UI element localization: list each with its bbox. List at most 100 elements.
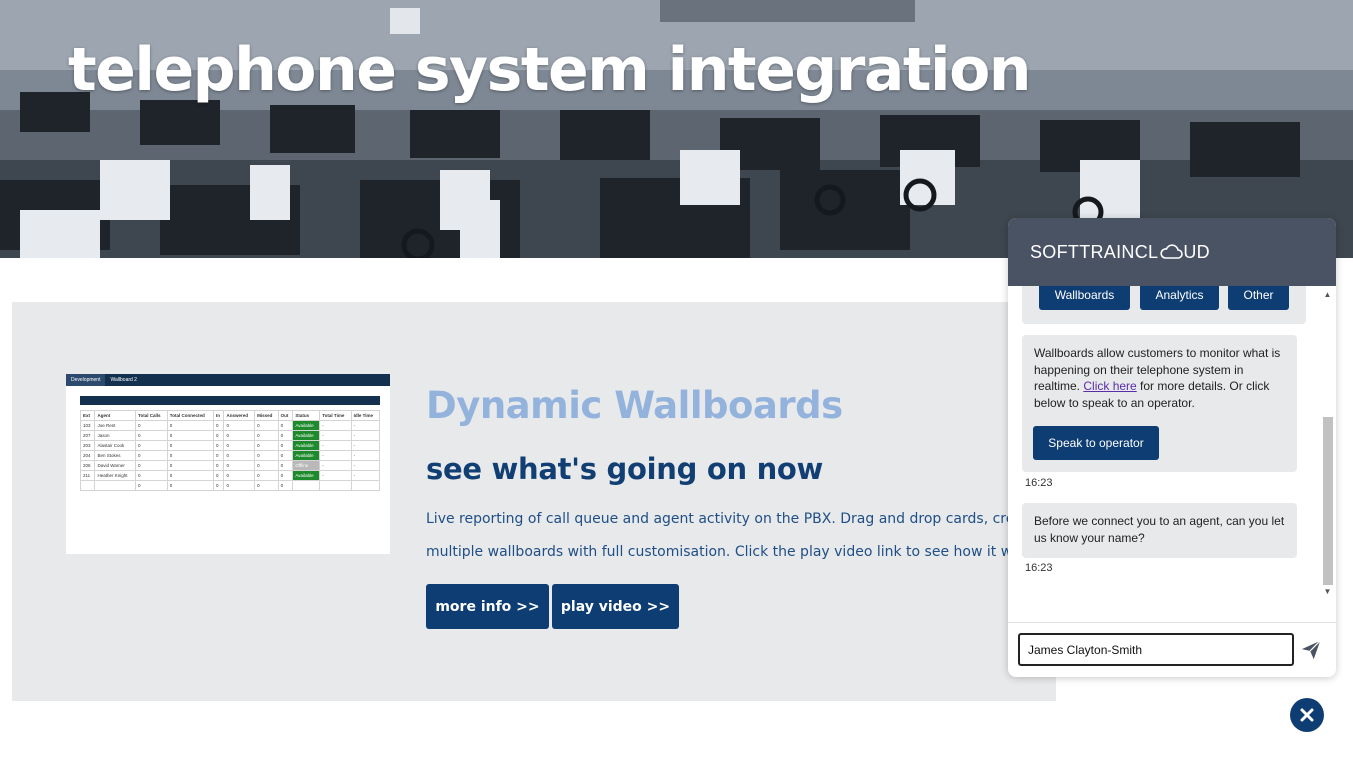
message-text: Before we connect you to an agent, can y… bbox=[1034, 514, 1285, 545]
bot-message: Wallboards allow customers to monitor wh… bbox=[1022, 335, 1297, 472]
close-chat-button[interactable] bbox=[1290, 698, 1324, 732]
screenshot-table: Ext Agent Total Calls Total Connected In… bbox=[79, 410, 381, 491]
play-video-button[interactable]: play video >> bbox=[552, 584, 679, 629]
screenshot-table-body: 103 Joe Rent 0 0 0 0 0 0 Available - -207 Jason 0 0 0 0… bbox=[79, 420, 381, 491]
table-cell: 0 bbox=[166, 460, 215, 471]
table-cell: - bbox=[319, 440, 352, 451]
table-header-cell: Missed bbox=[254, 410, 279, 421]
table-cell: 0 bbox=[166, 480, 215, 491]
table-header-cell: Answered bbox=[223, 410, 256, 421]
table-cell: Joe Rent bbox=[94, 420, 137, 431]
table-header-cell: Status bbox=[292, 410, 321, 421]
table-cell: - bbox=[319, 460, 352, 471]
bot-message: Before we connect you to an agent, can y… bbox=[1022, 503, 1297, 558]
brand-text: SOFTTRAINCL bbox=[1030, 241, 1159, 262]
table-cell: 0 bbox=[213, 440, 225, 451]
screenshot-tab: Wallboard 2 bbox=[110, 377, 137, 383]
table-cell: 0 bbox=[277, 450, 294, 461]
table-cell: 0 bbox=[254, 470, 279, 481]
table-header-cell: Out bbox=[277, 410, 294, 421]
table-cell: 0 bbox=[135, 460, 168, 471]
table-cell: 211 bbox=[79, 470, 96, 481]
table-cell: - bbox=[350, 420, 381, 431]
table-cell: 0 bbox=[254, 450, 279, 461]
table-cell: 0 bbox=[213, 420, 225, 431]
table-cell: 0 bbox=[166, 430, 215, 441]
chat-widget: SOFTTRAINCL UD Wallboards Analytics Othe… bbox=[1008, 218, 1336, 677]
table-cell: 0 bbox=[166, 420, 215, 431]
scroll-down-arrow-icon[interactable]: ▼ bbox=[1321, 587, 1334, 597]
table-cell: 0 bbox=[213, 460, 225, 471]
table-header-cell: Total Calls bbox=[135, 410, 168, 421]
table-cell: Available bbox=[292, 470, 321, 481]
table-cell: 0 bbox=[254, 440, 279, 451]
table-cell: 0 bbox=[254, 480, 279, 491]
table-cell bbox=[350, 480, 381, 491]
option-other-button[interactable]: Other bbox=[1228, 286, 1289, 310]
table-cell: 0 bbox=[135, 430, 168, 441]
table-cell: 0 bbox=[277, 460, 294, 471]
table-cell: 0 bbox=[213, 480, 225, 491]
table-cell: Available bbox=[292, 420, 321, 431]
chat-brand-logo: SOFTTRAINCL UD bbox=[1030, 242, 1210, 263]
table-cell: 0 bbox=[277, 420, 294, 431]
table-cell: 0 bbox=[166, 450, 215, 461]
table-cell: - bbox=[319, 470, 352, 481]
table-cell: 0 bbox=[223, 420, 256, 431]
table-cell bbox=[94, 480, 137, 491]
table-cell: 0 bbox=[213, 470, 225, 481]
close-icon bbox=[1300, 708, 1314, 722]
scroll-up-arrow-icon[interactable]: ▲ bbox=[1321, 290, 1334, 300]
table-row: 203 Alastair Cook 0 0 0 0 0 0 Available - - bbox=[79, 440, 381, 451]
table-cell: 0 bbox=[223, 450, 256, 461]
table-cell bbox=[292, 480, 321, 491]
table-cell: 0 bbox=[166, 440, 215, 451]
chat-message-input[interactable] bbox=[1018, 633, 1294, 666]
table-cell: 0 bbox=[254, 460, 279, 471]
table-cell: 0 bbox=[135, 450, 168, 461]
table-cell bbox=[79, 480, 96, 491]
table-cell: Available bbox=[292, 430, 321, 441]
table-header-cell: In bbox=[213, 410, 225, 421]
more-info-button[interactable]: more info >> bbox=[426, 584, 549, 629]
chat-divider bbox=[1008, 622, 1336, 623]
table-cell: - bbox=[350, 430, 381, 441]
table-cell: 203 bbox=[79, 440, 96, 451]
table-cell: - bbox=[350, 440, 381, 451]
feature-subheading: see what's going on now bbox=[426, 452, 824, 486]
table-cell: Available bbox=[292, 440, 321, 451]
table-cell bbox=[319, 480, 352, 491]
table-cell: 0 bbox=[277, 470, 294, 481]
table-cell: 0 bbox=[135, 420, 168, 431]
speak-to-operator-button[interactable]: Speak to operator bbox=[1033, 426, 1159, 460]
table-cell: 0 bbox=[223, 470, 256, 481]
feature-description: Live reporting of call queue and agent a… bbox=[426, 511, 1042, 560]
table-cell: - bbox=[350, 450, 381, 461]
table-cell: Ben Stokes bbox=[94, 450, 137, 461]
chat-header: SOFTTRAINCL UD bbox=[1008, 218, 1336, 286]
feature-heading: Dynamic Wallboards bbox=[426, 384, 843, 427]
chat-scrollbar[interactable]: ▲ ▼ bbox=[1321, 286, 1334, 602]
cloud-icon bbox=[1160, 244, 1184, 259]
table-cell: 0 bbox=[135, 440, 168, 451]
table-cell: 0 bbox=[223, 440, 256, 451]
table-header-cell: Ext bbox=[79, 410, 96, 421]
send-icon[interactable] bbox=[1300, 639, 1322, 661]
table-header-cell: Idle Time bbox=[350, 410, 381, 421]
table-header-cell: Total Time bbox=[319, 410, 352, 421]
table-cell: - bbox=[350, 470, 381, 481]
message-timestamp: 16:23 bbox=[1025, 562, 1053, 574]
table-cell: - bbox=[319, 430, 352, 441]
table-cell: 0 bbox=[223, 430, 256, 441]
option-wallboards-button[interactable]: Wallboards bbox=[1039, 286, 1130, 310]
table-cell: 0 bbox=[213, 430, 225, 441]
wallboard-screenshot: Development Wallboard 2 Ext Agent Total … bbox=[66, 374, 390, 554]
table-cell: 207 bbox=[79, 430, 96, 441]
click-here-link[interactable]: Click here bbox=[1083, 379, 1136, 393]
table-cell: Heather Knight bbox=[94, 470, 137, 481]
table-cell: 206 bbox=[79, 460, 96, 471]
table-cell: David Warner bbox=[94, 460, 137, 471]
option-analytics-button[interactable]: Analytics bbox=[1140, 286, 1219, 310]
scrollbar-thumb[interactable] bbox=[1323, 417, 1333, 585]
screenshot-header-bar bbox=[80, 396, 380, 405]
